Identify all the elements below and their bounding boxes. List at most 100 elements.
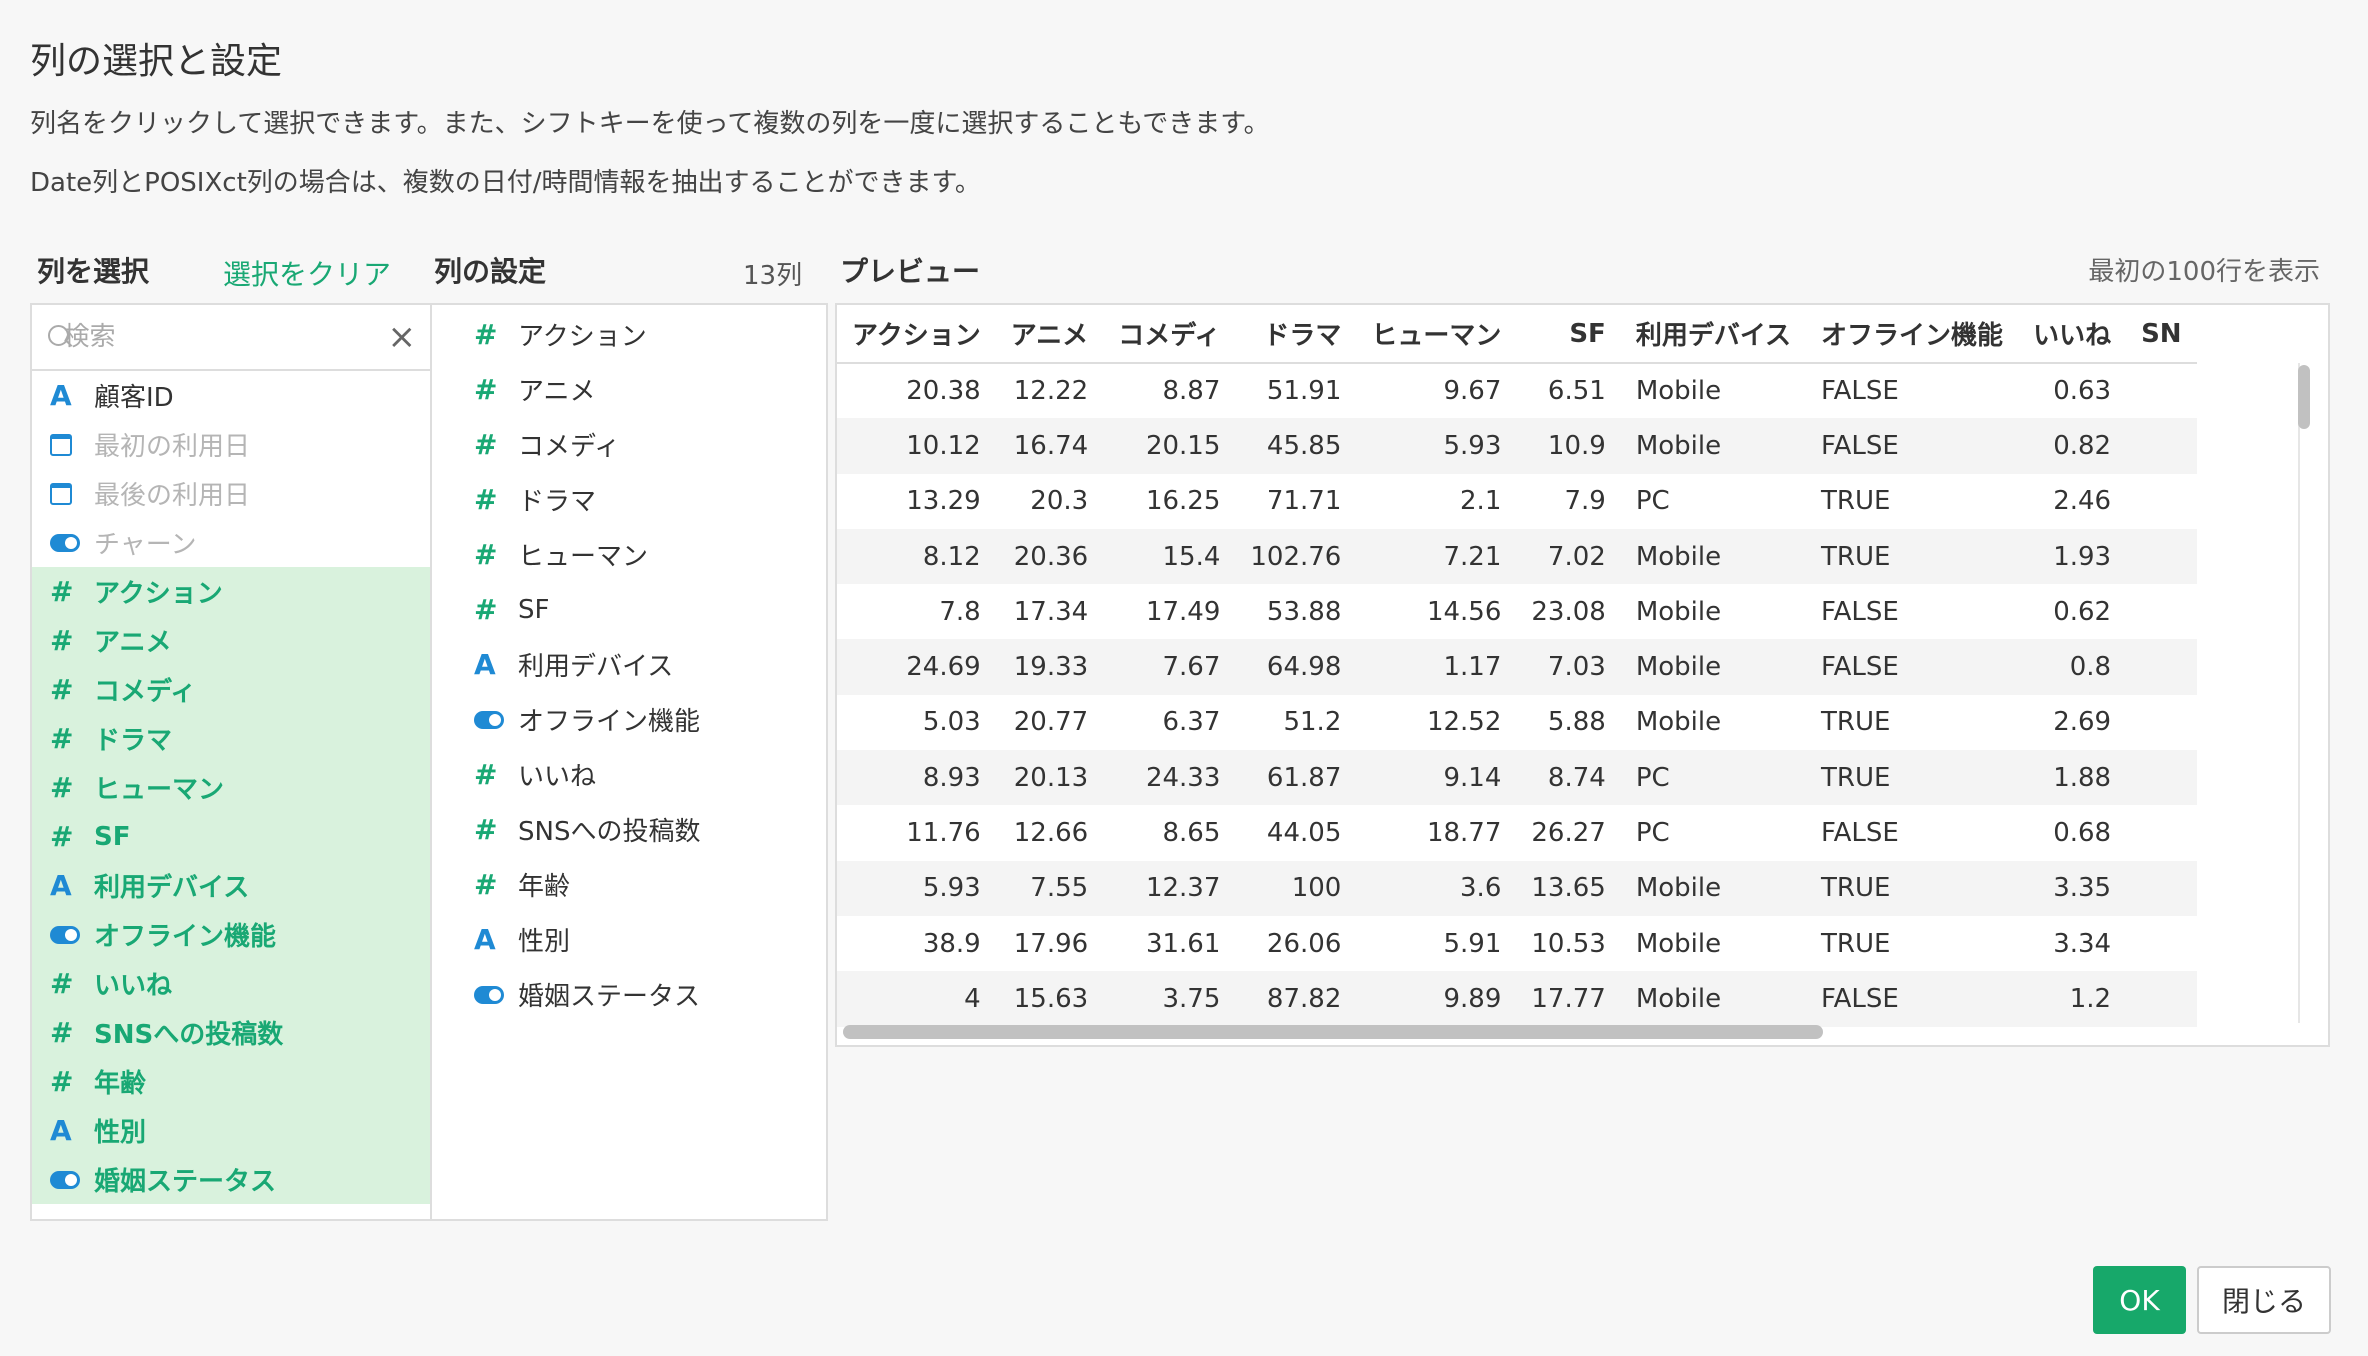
select-item-label: SNSへの投稿数 xyxy=(94,1020,284,1050)
table-cell: 20.38 xyxy=(906,376,981,407)
select-list-item[interactable]: # コメディ xyxy=(32,665,430,714)
table-cell: 61.87 xyxy=(1235,750,1357,806)
select-list-item[interactable]: # アニメ xyxy=(32,616,430,665)
table-cell xyxy=(2126,750,2197,806)
number-type-icon: # xyxy=(474,483,498,516)
text-type-icon: A xyxy=(50,869,72,902)
preview-table: アクション アニメ コメディ ドラマ ヒューマン SF 利用デバイス オフライン機能 いいね SN… xyxy=(837,305,2197,1027)
settings-list-item[interactable]: # アニメ xyxy=(432,362,826,417)
table-cell: 20.3 xyxy=(1030,486,1089,517)
table-cell: 51.91 xyxy=(1266,376,1342,407)
number-type-icon: # xyxy=(474,373,498,406)
select-list-item[interactable]: チャーン xyxy=(32,518,430,567)
select-list-item[interactable]: 最後の利用日 xyxy=(32,469,430,518)
toggle-icon xyxy=(50,1170,84,1189)
text-type-icon: A xyxy=(474,923,496,956)
number-type-icon: # xyxy=(474,318,498,351)
table-cell: Mobile xyxy=(1620,418,1807,474)
select-list-item[interactable]: # アクション xyxy=(32,567,430,616)
table-cell: 44.05 xyxy=(1266,818,1342,849)
select-list-item[interactable]: A 顧客ID xyxy=(32,371,430,420)
table-cell: 0.8 xyxy=(2018,639,2127,695)
column-settings-list: # アクション # アニメ # コメディ # ドラマ # ヒューマン # SF A 利用デバイス オフライン… xyxy=(432,305,826,1022)
table-cell: 26.27 xyxy=(1531,818,1606,849)
settings-item-label: 性別 xyxy=(518,927,571,957)
preview-column-header: オフライン機能 xyxy=(1806,305,2019,364)
table-cell: TRUE xyxy=(1821,707,1891,738)
settings-list-item[interactable]: A 利用デバイス xyxy=(432,637,826,692)
table-cell: 12.37 xyxy=(1103,860,1236,916)
select-list-item[interactable]: # ドラマ xyxy=(32,714,430,763)
settings-list-item[interactable]: A 性別 xyxy=(432,912,826,967)
table-cell: TRUE xyxy=(1821,928,1891,959)
select-list-item[interactable]: A 利用デバイス xyxy=(32,861,430,910)
select-list-item[interactable]: # ヒューマン xyxy=(32,763,430,812)
table-cell: 17.49 xyxy=(1145,596,1221,627)
table-cell: 15.4 xyxy=(1103,528,1236,585)
table-cell: 53.88 xyxy=(1266,596,1342,627)
table-cell: 7.8 xyxy=(939,596,981,627)
column-settings-panel: # アクション # アニメ # コメディ # ドラマ # ヒューマン # SF A 利用デバイス オフライン… xyxy=(430,303,828,1221)
table-cell: 20.13 xyxy=(995,750,1104,806)
preview-heading: プレビュー xyxy=(840,255,981,288)
clear-selection-link[interactable]: 選択をクリア xyxy=(223,253,391,293)
settings-list-item[interactable]: # ドラマ xyxy=(432,472,826,527)
select-list-item[interactable]: # SF xyxy=(32,812,430,861)
table-cell: 8.87 xyxy=(1162,376,1221,407)
table-cell: 11.76 xyxy=(906,818,981,849)
search-input[interactable] xyxy=(63,322,388,352)
select-list-item[interactable]: 最初の利用日 xyxy=(32,420,430,469)
vertical-scrollbar[interactable] xyxy=(2298,365,2310,429)
select-list-item[interactable]: オフライン機能 xyxy=(32,910,430,959)
table-cell: 15.63 xyxy=(995,971,1104,1027)
table-cell: 45.85 xyxy=(1235,418,1357,474)
settings-list-item[interactable]: # ヒューマン xyxy=(432,527,826,582)
text-type-icon: A xyxy=(50,1114,72,1147)
ok-button[interactable]: OK xyxy=(2093,1266,2186,1334)
table-cell: 0.82 xyxy=(2018,418,2127,474)
settings-item-label: アクション xyxy=(518,322,647,352)
table-cell: 1.88 xyxy=(2018,750,2127,806)
settings-item-label: ヒューマン xyxy=(518,542,649,572)
table-cell: 2.46 xyxy=(2053,486,2112,517)
table-cell: 87.82 xyxy=(1235,971,1357,1027)
table-cell: TRUE xyxy=(1806,528,2019,585)
settings-list-item[interactable]: # いいね xyxy=(432,747,826,802)
table-cell: 9.89 xyxy=(1356,971,1517,1027)
table-cell: Mobile xyxy=(1635,376,1722,407)
settings-list-item[interactable]: # SNSへの投稿数 xyxy=(432,802,826,857)
preview-rows-note: 最初の100行を表示 xyxy=(2088,257,2320,287)
select-item-label: コメディ xyxy=(94,677,197,707)
table-cell: 71.71 xyxy=(1266,486,1342,517)
table-cell: 24.33 xyxy=(1103,750,1236,806)
table-cell: 0.68 xyxy=(2053,818,2112,849)
select-list-item[interactable]: # いいね xyxy=(32,959,430,1008)
horizontal-scrollbar[interactable] xyxy=(843,1025,1823,1039)
settings-item-label: 年齢 xyxy=(518,872,571,902)
settings-list-item[interactable]: オフライン機能 xyxy=(432,692,826,747)
table-cell: 16.74 xyxy=(995,418,1104,474)
table-cell: 10.9 xyxy=(1516,418,1621,474)
table-cell: 5.91 xyxy=(1443,928,1502,959)
table-cell: PC xyxy=(1620,750,1807,806)
number-type-icon: # xyxy=(50,820,74,853)
close-button[interactable]: 閉じる xyxy=(2197,1266,2331,1334)
settings-list-item[interactable]: # コメディ xyxy=(432,417,826,472)
settings-list-item[interactable]: # 年齢 xyxy=(432,857,826,912)
select-columns-heading: 列を選択 xyxy=(37,255,150,288)
table-cell xyxy=(2126,363,2197,418)
select-list-item[interactable]: A 性別 xyxy=(32,1106,430,1155)
select-list-item[interactable]: 婚姻ステータス xyxy=(32,1155,430,1204)
select-list-item[interactable]: # SNSへの投稿数 xyxy=(32,1008,430,1057)
settings-list-item[interactable]: # SF xyxy=(432,582,826,637)
select-item-label: ドラマ xyxy=(94,726,173,756)
number-type-icon: # xyxy=(50,771,74,804)
table-cell: Mobile xyxy=(1635,707,1722,738)
clear-search-icon[interactable]: × xyxy=(388,320,417,354)
settings-list-item[interactable]: # アクション xyxy=(432,307,826,362)
settings-list-item[interactable]: 婚姻ステータス xyxy=(432,967,826,1022)
select-list-item[interactable]: # 年齢 xyxy=(32,1057,430,1106)
select-item-label: ヒューマン xyxy=(94,775,225,805)
table-row: 38.9 17.96 31.61 26.06 5.91 10.53 Mobile TRUE 3.… xyxy=(837,916,2197,971)
table-cell: 102.76 xyxy=(1235,528,1357,585)
